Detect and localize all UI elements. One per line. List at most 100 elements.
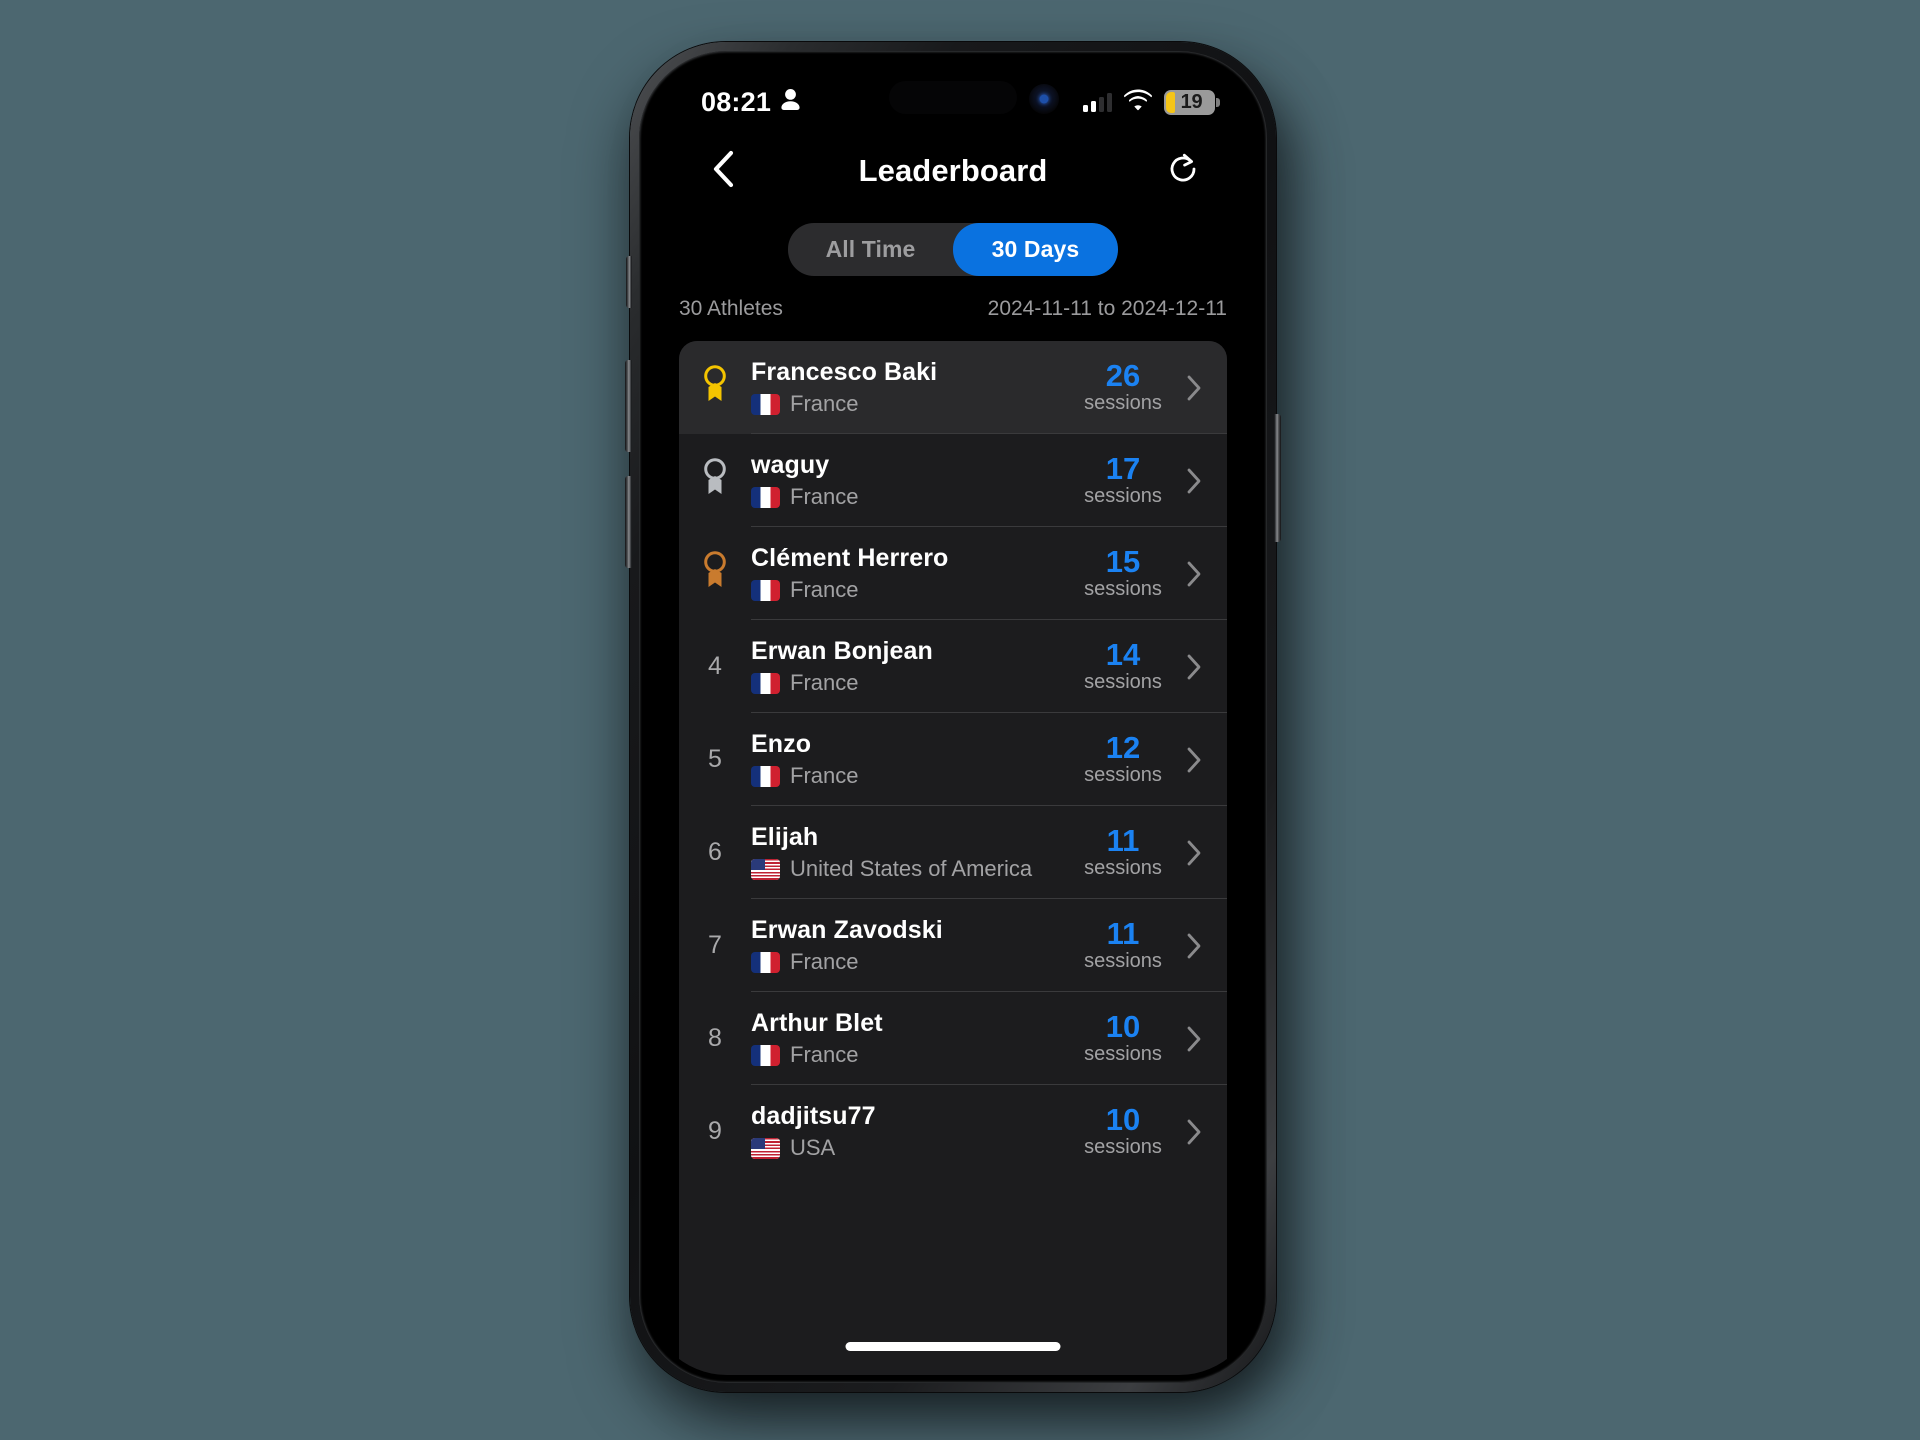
athlete-name: Francesco Baki: [751, 358, 938, 386]
refresh-button[interactable]: [1157, 145, 1209, 197]
chevron-right-icon[interactable]: [1177, 467, 1211, 495]
sessions-label: sessions: [1084, 950, 1162, 972]
rank-cell: 9: [679, 1117, 751, 1146]
leaderboard-meta: 30 Athletes 2024-11-11 to 2024-12-11: [647, 297, 1259, 321]
sessions-cell: 14 sessions: [1069, 639, 1177, 694]
rank-cell: 7: [679, 931, 751, 960]
country-label: France: [790, 670, 859, 695]
sessions-cell: 11 sessions: [1069, 918, 1177, 973]
sessions-cell: 17 sessions: [1069, 453, 1177, 508]
rank-number: 9: [708, 1117, 722, 1145]
status-bar-right: 19: [1083, 75, 1220, 116]
table-row[interactable]: 4 Erwan Bonjean France 14 sessions: [679, 620, 1227, 713]
chevron-right-icon[interactable]: [1177, 1025, 1211, 1053]
bronze-medal-icon: [700, 550, 730, 597]
sessions-label: sessions: [1084, 764, 1162, 786]
athlete-cell: Erwan Bonjean France: [751, 637, 1069, 696]
volume-down-button[interactable]: [625, 476, 632, 568]
chevron-right-icon[interactable]: [1177, 1118, 1211, 1146]
athlete-cell: dadjitsu77 USA: [751, 1102, 1069, 1161]
flag-icon-fr: [751, 672, 780, 694]
screenshot-root: 08:21 19 Leaderboard All Time 30 Days 30…: [0, 0, 1920, 1440]
country-label: United States of America: [790, 856, 1033, 881]
battery-percent-label: 19: [1180, 90, 1203, 113]
chevron-right-icon[interactable]: [1177, 374, 1211, 402]
athlete-name: Elijah: [751, 823, 819, 851]
silent-switch-button[interactable]: [626, 256, 632, 308]
sessions-count: 11: [1106, 916, 1140, 951]
athlete-name: Arthur Blet: [751, 1009, 883, 1037]
rank-cell: 4: [679, 652, 751, 681]
chevron-right-icon[interactable]: [1177, 746, 1211, 774]
segment-all-time[interactable]: All Time: [788, 223, 953, 276]
phone-device-frame: 08:21 19 Leaderboard All Time 30 Days 30…: [625, 42, 1281, 1392]
rank-cell: [679, 550, 751, 597]
date-range-label: 2024-11-11 to 2024-12-11: [987, 297, 1227, 320]
table-row[interactable]: 5 Enzo France 12 sessions: [679, 713, 1227, 806]
power-button[interactable]: [1274, 414, 1281, 542]
sessions-label: sessions: [1084, 578, 1162, 600]
athlete-country: USA: [751, 1135, 1069, 1161]
flag-icon-us: [751, 1137, 780, 1159]
sessions-count: 14: [1105, 637, 1141, 672]
sessions-count: 26: [1105, 358, 1141, 393]
sessions-label: sessions: [1084, 485, 1162, 507]
sessions-label: sessions: [1084, 857, 1162, 879]
athlete-country: France: [751, 949, 1069, 975]
table-row[interactable]: 8 Arthur Blet France 10 sessions: [679, 992, 1227, 1085]
back-button[interactable]: [697, 145, 749, 197]
flag-icon-fr: [751, 1044, 780, 1066]
table-row[interactable]: waguy France 17 sessions: [679, 434, 1227, 527]
person-icon: [780, 88, 801, 116]
battery-low-icon: 19: [1164, 89, 1220, 115]
flag-icon-fr: [751, 486, 780, 508]
athlete-cell: Elijah United States of America: [751, 823, 1069, 882]
athlete-country: United States of America: [751, 856, 1069, 882]
rank-cell: [679, 364, 751, 411]
rank-cell: 6: [679, 838, 751, 867]
rank-number: 7: [708, 931, 722, 959]
segment-30-days[interactable]: 30 Days: [953, 223, 1118, 276]
sessions-count: 10: [1105, 1102, 1141, 1137]
home-indicator[interactable]: [845, 1342, 1061, 1351]
sessions-count: 12: [1105, 730, 1141, 765]
country-label: USA: [790, 1135, 836, 1160]
country-label: France: [790, 1042, 859, 1067]
table-row[interactable]: 9 dadjitsu77 USA 10 sessions: [679, 1085, 1227, 1178]
flag-icon-fr: [751, 951, 780, 973]
country-label: France: [790, 484, 859, 509]
silver-medal-icon: [700, 457, 730, 504]
rank-cell: 8: [679, 1024, 751, 1053]
athlete-name: Clément Herrero: [751, 544, 949, 572]
table-row[interactable]: Clément Herrero France 15 sessions: [679, 527, 1227, 620]
table-row[interactable]: 7 Erwan Zavodski France 11 sessions: [679, 899, 1227, 992]
sessions-cell: 10 sessions: [1069, 1011, 1177, 1066]
country-label: France: [790, 391, 859, 416]
sessions-label: sessions: [1084, 1043, 1162, 1065]
chevron-right-icon[interactable]: [1177, 839, 1211, 867]
table-row[interactable]: Francesco Baki France 26 sessions: [679, 341, 1227, 434]
sessions-cell: 11 sessions: [1069, 825, 1177, 880]
athlete-cell: waguy France: [751, 451, 1069, 510]
table-row[interactable]: 6 Elijah United States of America 11 session…: [679, 806, 1227, 899]
chevron-right-icon[interactable]: [1177, 560, 1211, 588]
status-bar-left: 08:21: [701, 73, 801, 118]
sessions-cell: 26 sessions: [1069, 360, 1177, 415]
sessions-count: 17: [1105, 451, 1141, 486]
status-bar: 08:21 19: [647, 59, 1259, 131]
athlete-cell: Enzo France: [751, 730, 1069, 789]
leaderboard-list[interactable]: Francesco Baki France 26 sessions waguy Franc…: [679, 341, 1227, 1375]
chevron-left-icon: [712, 150, 734, 193]
athlete-country: France: [751, 484, 1069, 510]
athlete-name: Erwan Zavodski: [751, 916, 943, 944]
volume-up-button[interactable]: [625, 360, 632, 452]
refresh-icon: [1166, 152, 1200, 191]
flag-icon-us: [751, 858, 780, 880]
rank-cell: 5: [679, 745, 751, 774]
time-range-filter: All Time 30 Days: [647, 223, 1259, 276]
flag-icon-fr: [751, 579, 780, 601]
chevron-right-icon[interactable]: [1177, 932, 1211, 960]
chevron-right-icon[interactable]: [1177, 653, 1211, 681]
athlete-count-label: 30 Athletes: [679, 297, 783, 320]
flag-icon-fr: [751, 393, 780, 415]
